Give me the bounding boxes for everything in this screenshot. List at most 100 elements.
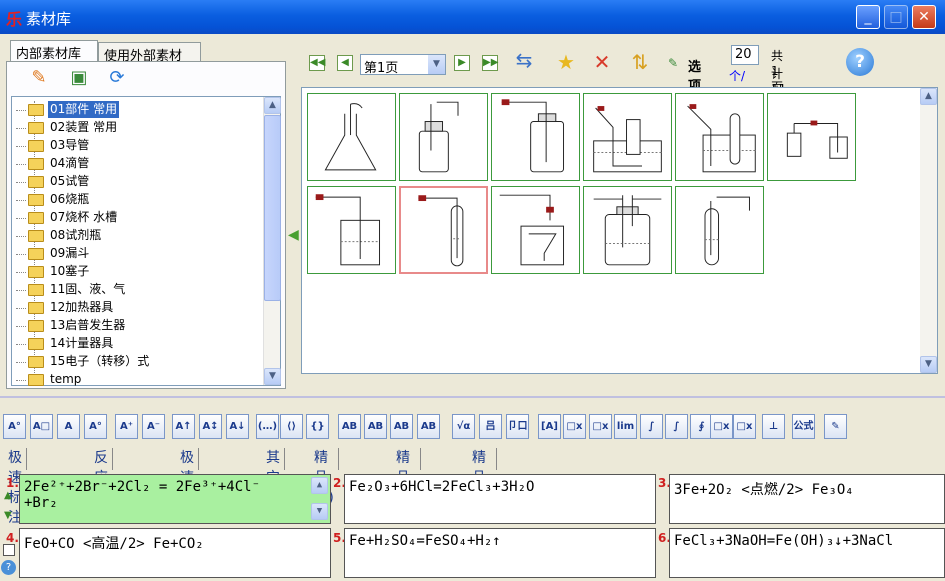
- format-button[interactable]: AB: [364, 414, 387, 439]
- category-tab[interactable]: 极速词条: [176, 448, 199, 526]
- format-button[interactable]: A⁻: [142, 414, 165, 439]
- sort-icon[interactable]: ⇅: [626, 48, 654, 76]
- category-tab[interactable]: 精品(1): [310, 448, 339, 506]
- format-button[interactable]: A↕: [199, 414, 222, 439]
- tree-connector: [16, 218, 26, 219]
- material-thumbnail[interactable]: [675, 186, 764, 274]
- scroll-thumb[interactable]: [264, 115, 281, 301]
- folder-icon: [28, 104, 44, 116]
- equation-scroll-up-icon[interactable]: ▲: [311, 477, 328, 494]
- format-button[interactable]: A°: [84, 414, 107, 439]
- format-button[interactable]: AB: [417, 414, 440, 439]
- prev-page-icon[interactable]: ◀: [337, 55, 353, 71]
- equation-scrollbar[interactable]: ▲ ▼: [311, 477, 328, 521]
- format-button[interactable]: 卩口: [506, 414, 529, 439]
- cell-checkbox[interactable]: [3, 544, 15, 556]
- format-button[interactable]: ∫: [665, 414, 688, 439]
- category-tab[interactable]: 精品(2): [392, 448, 421, 506]
- favorite-star-icon[interactable]: ★: [552, 48, 580, 76]
- collapse-arrow-icon[interactable]: ◀: [288, 227, 299, 243]
- chevron-down-icon[interactable]: ▼: [428, 55, 445, 74]
- format-button[interactable]: A↑: [172, 414, 195, 439]
- material-thumbnail[interactable]: [583, 186, 672, 274]
- delete-icon[interactable]: ✕: [588, 48, 616, 76]
- minimize-icon: _: [864, 9, 872, 25]
- gallery-scroll-down-icon[interactable]: ▼: [920, 356, 937, 373]
- material-thumbnail[interactable]: [675, 93, 764, 181]
- last-page-icon[interactable]: ▶▶: [482, 55, 498, 71]
- category-tab[interactable]: 反应条件: [90, 448, 113, 526]
- image-icon[interactable]: ▣: [67, 66, 91, 90]
- minimize-button[interactable]: _: [856, 5, 880, 29]
- tab-external-library[interactable]: 使用外部素材: [98, 42, 201, 64]
- equation-cell[interactable]: 3Fe+2O₂ <点燃/2> Fe₃O₄: [669, 474, 945, 524]
- format-button[interactable]: □x: [563, 414, 586, 439]
- format-button[interactable]: AB: [390, 414, 413, 439]
- close-button[interactable]: ✕: [912, 5, 936, 29]
- equation-scroll-down-icon[interactable]: ▼: [311, 503, 328, 520]
- format-button[interactable]: √α: [452, 414, 475, 439]
- format-button[interactable]: A°: [3, 414, 26, 439]
- app-icon: 乐: [6, 10, 23, 29]
- splitter[interactable]: [0, 396, 945, 410]
- category-tab[interactable]: 极速标注: [4, 448, 27, 526]
- category-tree[interactable]: 01部件 常用 02装置 常用 03导管 04滴管 05试管 06烧瓶 07烧杯 水槽 08试…: [11, 96, 281, 386]
- category-tab[interactable]: 其它: [262, 448, 285, 486]
- format-button[interactable]: ✎: [824, 414, 847, 439]
- pencil-icon[interactable]: ✎: [27, 66, 51, 90]
- first-page-icon[interactable]: ◀◀: [309, 55, 325, 71]
- format-button[interactable]: ⊥: [762, 414, 785, 439]
- help-button[interactable]: ?: [846, 48, 874, 76]
- material-thumbnail[interactable]: [399, 93, 488, 181]
- equation-cell[interactable]: 2Fe²⁺+2Br⁻+2Cl₂ = 2Fe³⁺+4Cl⁻ +Br₂ ▲ ▼: [19, 474, 331, 524]
- material-thumbnail[interactable]: [491, 93, 580, 181]
- equation-cell[interactable]: Fe+H₂SO₄=FeSO₄+H₂↑: [344, 528, 656, 578]
- format-button[interactable]: A: [57, 414, 80, 439]
- scroll-down-icon[interactable]: ▼: [264, 368, 281, 385]
- import-icon[interactable]: ⇆: [510, 46, 538, 74]
- refresh-icon[interactable]: ⟳: [105, 66, 129, 90]
- equation-cell[interactable]: FeCl₃+3NaOH=Fe(OH)₃↓+3NaCl: [669, 528, 945, 578]
- apparatus-image: [315, 194, 381, 266]
- equation-cell[interactable]: Fe₂O₃+6HCl=2FeCl₃+3H₂O: [344, 474, 656, 524]
- format-button[interactable]: lim: [614, 414, 637, 439]
- scroll-up-icon[interactable]: ▲: [264, 97, 281, 114]
- material-thumbnail[interactable]: [307, 93, 396, 181]
- cell-up-icon[interactable]: ▲: [4, 490, 12, 501]
- tab-internal-library[interactable]: 内部素材库: [10, 40, 98, 62]
- tree-connector: [16, 380, 26, 381]
- bottom-help-icon[interactable]: ?: [1, 560, 16, 575]
- format-button[interactable]: AB: [338, 414, 361, 439]
- format-button[interactable]: [A]: [538, 414, 561, 439]
- material-thumbnail[interactable]: [399, 186, 488, 274]
- format-button[interactable]: 公式: [792, 414, 815, 439]
- format-button[interactable]: (…): [256, 414, 279, 439]
- format-button[interactable]: ⟨⟩: [280, 414, 303, 439]
- cell-down-icon[interactable]: ▼: [4, 510, 12, 521]
- format-button[interactable]: □x: [733, 414, 756, 439]
- format-button[interactable]: 吕: [479, 414, 502, 439]
- material-thumbnail[interactable]: [491, 186, 580, 274]
- format-button[interactable]: □x: [589, 414, 612, 439]
- format-button[interactable]: A↓: [226, 414, 249, 439]
- gallery-scrollbar[interactable]: ▲ ▼: [920, 88, 937, 373]
- tree-scrollbar[interactable]: ▲ ▼: [263, 97, 281, 385]
- next-page-icon[interactable]: ▶: [454, 55, 470, 71]
- material-thumbnail[interactable]: [767, 93, 856, 181]
- format-button[interactable]: {}: [306, 414, 329, 439]
- format-button[interactable]: □x: [710, 414, 733, 439]
- per-page-input[interactable]: 20: [731, 45, 759, 65]
- format-button[interactable]: A□: [30, 414, 53, 439]
- apparatus-image: [593, 106, 662, 173]
- maximize-button[interactable]: □: [884, 5, 908, 29]
- equation-cell[interactable]: FeO+CO <高温/2> Fe+CO₂: [19, 528, 331, 578]
- page-select[interactable]: 第1页 ▼: [360, 54, 446, 76]
- format-button[interactable]: ∫: [640, 414, 663, 439]
- format-button[interactable]: A⁺: [115, 414, 138, 439]
- material-thumbnail[interactable]: [307, 186, 396, 274]
- category-tab[interactable]: 精品(3): [468, 448, 497, 506]
- gallery-scroll-up-icon[interactable]: ▲: [920, 88, 937, 105]
- tree-connector: [16, 308, 26, 309]
- equation-text-continued: +Br₂: [24, 495, 58, 511]
- material-thumbnail[interactable]: [583, 93, 672, 181]
